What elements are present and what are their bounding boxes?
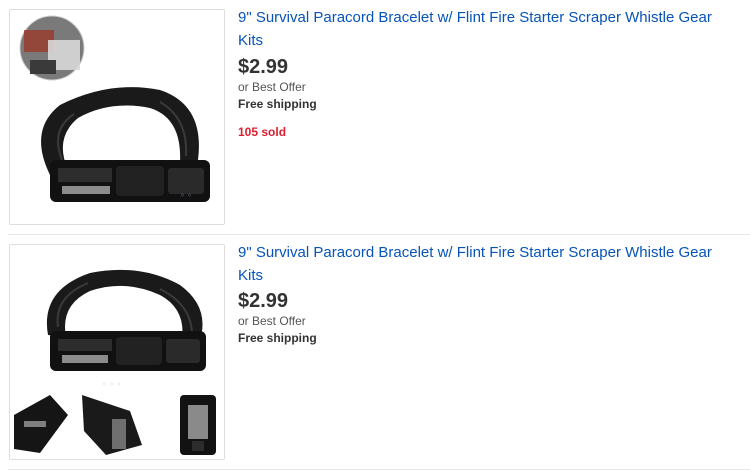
best-offer-label: or Best Offer — [238, 314, 306, 328]
shipping-label: Free shipping — [238, 331, 317, 345]
sold-count: 105 sold — [238, 125, 287, 139]
svg-text:◦ ◦: ◦ ◦ — [180, 191, 192, 200]
search-results-list: ◦ ◦ 9" Survival Paracord Bracelet w/ Fli… — [0, 0, 750, 476]
listing-divider — [8, 469, 750, 470]
paracord-bracelet-image: ◦ ◦ — [19, 15, 210, 202]
paracord-bracelet-image: ◦ ◦ ◦ — [14, 269, 216, 455]
listing-item: ◦ ◦ 9" Survival Paracord Bracelet w/ Fli… — [0, 0, 742, 234]
shipping-label: Free shipping — [238, 97, 317, 111]
listing-title-link[interactable]: 9" Survival Paracord Bracelet w/ Flint F… — [238, 6, 738, 52]
listing-item: ◦ ◦ ◦ 9" Survival Paracord Bracelet w/ F… — [0, 234, 742, 470]
listing-price: $2.99 — [238, 56, 289, 78]
listing-title-link[interactable]: 9" Survival Paracord Bracelet w/ Flint F… — [238, 241, 738, 287]
listing-price: $2.99 — [238, 290, 289, 312]
listing-thumbnail[interactable]: ◦ ◦ ◦ — [9, 244, 225, 460]
best-offer-label: or Best Offer — [238, 80, 306, 94]
listing-thumbnail[interactable]: ◦ ◦ — [9, 9, 225, 225]
svg-text:◦ ◦ ◦: ◦ ◦ ◦ — [102, 380, 121, 389]
